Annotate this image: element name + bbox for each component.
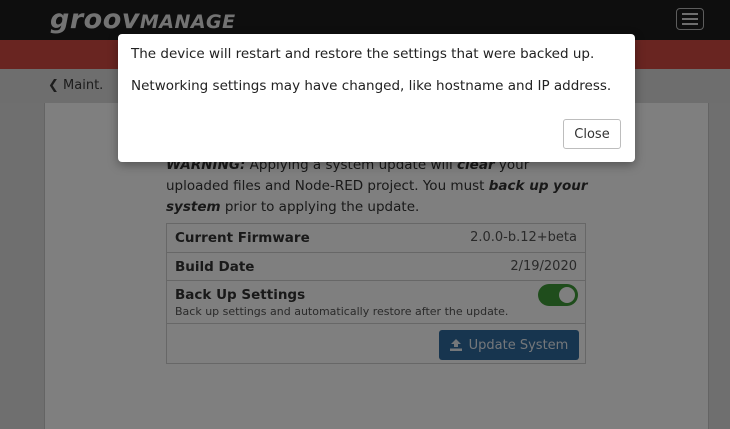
dialog-message-line2: Networking settings may have changed, li…: [131, 78, 612, 94]
dialog-message-line1: The device will restart and restore the …: [131, 46, 595, 62]
restart-notice-dialog: The device will restart and restore the …: [118, 34, 635, 162]
close-button[interactable]: Close: [563, 119, 621, 149]
